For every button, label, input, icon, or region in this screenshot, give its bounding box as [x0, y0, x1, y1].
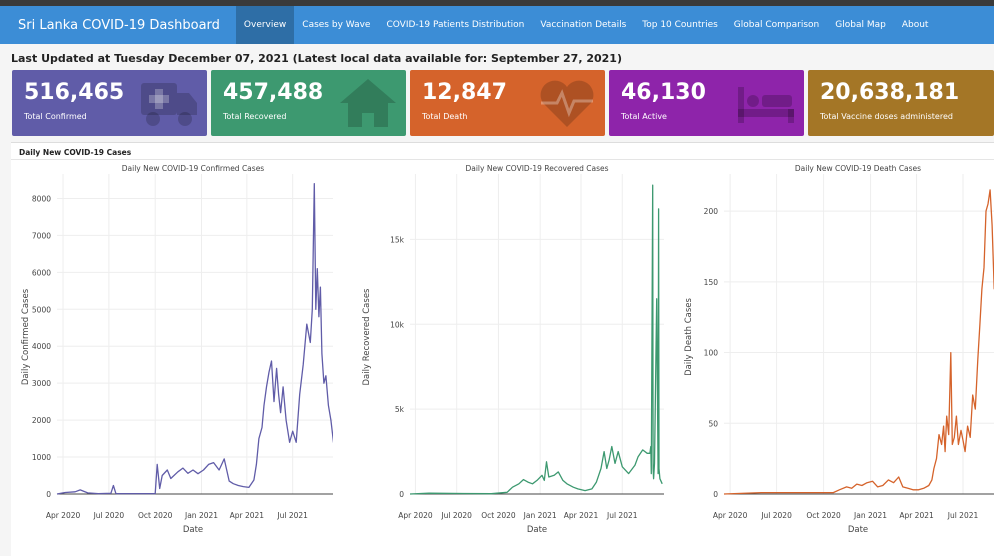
y-tick-label: 10k [390, 320, 405, 329]
recovered-cases-chart[interactable]: Daily New COVID-19 Recovered Cases Apr 20… [352, 160, 674, 556]
x-tick-label: Jul 2021 [947, 511, 979, 520]
x-axis-label: Date [848, 525, 868, 535]
tab-global-comparison[interactable]: Global Comparison [726, 6, 827, 44]
x-tick-label: Apr 2021 [564, 511, 599, 520]
x-tick-label: Apr 2021 [899, 511, 934, 520]
x-tick-label: Oct 2020 [481, 511, 516, 520]
series-line [723, 189, 994, 495]
x-tick-label: Oct 2020 [138, 511, 173, 520]
y-tick-label: 7000 [32, 231, 51, 240]
y-axis-label: Daily Confirmed Cases [21, 288, 31, 385]
tab-vaccination-details[interactable]: Vaccination Details [532, 6, 634, 44]
y-tick-label: 2000 [32, 416, 51, 425]
value-box-value: 12,847 [422, 80, 507, 105]
y-axis-label: Daily Death Cases [684, 298, 694, 376]
bed-icon [738, 87, 794, 123]
value-box-death: 12,847 Total Death [410, 70, 605, 136]
series-line [56, 183, 333, 495]
value-box-value: 516,465 [24, 80, 125, 105]
last-updated-text: Last Updated at Tuesday December 07, 202… [11, 52, 622, 65]
daily-cases-panel: Daily New COVID-19 Cases Daily New COVID… [11, 142, 994, 556]
y-tick-label: 1000 [32, 453, 51, 462]
tab-cases-by-wave[interactable]: Cases by Wave [294, 6, 378, 44]
x-axis-label: Date [183, 525, 203, 535]
x-tick-label: Apr 2020 [713, 511, 748, 520]
chart-title: Daily New COVID-19 Recovered Cases [465, 164, 608, 173]
value-box-value: 457,488 [223, 80, 324, 105]
y-tick-label: 4000 [32, 342, 51, 351]
y-tick-label: 8000 [32, 194, 51, 203]
x-tick-label: Jul 2020 [93, 511, 125, 520]
y-tick-label: 6000 [32, 268, 51, 277]
value-box-label: Total Active [621, 112, 667, 121]
nav-tabs: Overview Cases by Wave COVID-19 Patients… [235, 6, 937, 44]
value-box-label: Total Confirmed [24, 112, 87, 121]
x-tick-label: Apr 2021 [230, 511, 265, 520]
x-tick-label: Apr 2020 [46, 511, 81, 520]
x-tick-label: Jan 2021 [184, 511, 218, 520]
x-tick-label: Jan 2021 [853, 511, 887, 520]
x-tick-label: Jan 2021 [523, 511, 557, 520]
y-tick-label: 200 [704, 207, 719, 216]
y-tick-label: 3000 [32, 379, 51, 388]
value-box-label: Total Vaccine doses administered [820, 112, 953, 121]
tab-patients-distribution[interactable]: COVID-19 Patients Distribution [378, 6, 532, 44]
value-box-confirmed: 516,465 Total Confirmed [12, 70, 207, 136]
value-box-value: 20,638,181 [820, 80, 960, 105]
x-tick-label: Jul 2020 [440, 511, 472, 520]
y-tick-label: 0 [399, 490, 404, 499]
y-tick-label: 0 [46, 490, 51, 499]
y-tick-label: 5000 [32, 305, 51, 314]
value-box-label: Total Recovered [223, 112, 287, 121]
y-tick-label: 0 [713, 490, 718, 499]
ambulance-icon [141, 83, 197, 126]
y-tick-label: 15k [390, 235, 405, 244]
death-cases-chart[interactable]: Daily New COVID-19 Death Cases Apr 2020 Ju… [674, 160, 994, 556]
value-box-recovered: 457,488 Total Recovered [211, 70, 406, 136]
series-line [409, 184, 663, 495]
tab-overview[interactable]: Overview [235, 6, 295, 44]
tab-top-10-countries[interactable]: Top 10 Countries [634, 6, 726, 44]
x-tick-label: Jul 2021 [606, 511, 638, 520]
x-tick-label: Jul 2020 [760, 511, 792, 520]
y-tick-label: 150 [704, 278, 719, 287]
x-axis-label: Date [527, 525, 547, 535]
value-box-value: 46,130 [621, 80, 706, 105]
x-tick-label: Oct 2020 [806, 511, 841, 520]
heartbeat-icon [540, 80, 594, 127]
x-tick-label: Apr 2020 [398, 511, 433, 520]
chart-title: Daily New COVID-19 Death Cases [795, 164, 921, 173]
chart-title: Daily New COVID-19 Confirmed Cases [122, 164, 265, 173]
value-box-active: 46,130 Total Active [609, 70, 804, 136]
home-icon [340, 79, 396, 127]
value-box-label: Total Death [422, 112, 468, 121]
tab-about[interactable]: About [894, 6, 937, 44]
y-tick-label: 50 [708, 419, 718, 428]
y-tick-label: 100 [704, 349, 719, 358]
confirmed-cases-chart[interactable]: Daily New COVID-19 Confirmed Cases Apr 20… [11, 160, 333, 556]
value-box-vaccine: 20,638,181 Total Vaccine doses administe… [808, 70, 994, 136]
x-tick-label: Jul 2021 [276, 511, 308, 520]
panel-title: Daily New COVID-19 Cases [19, 148, 132, 157]
y-axis-label: Daily Recovered Cases [362, 288, 372, 386]
y-tick-label: 5k [395, 405, 405, 414]
tab-global-map[interactable]: Global Map [827, 6, 894, 44]
navbar: Sri Lanka COVID-19 Dashboard Overview Ca… [0, 6, 994, 44]
app-brand[interactable]: Sri Lanka COVID-19 Dashboard [0, 18, 236, 33]
